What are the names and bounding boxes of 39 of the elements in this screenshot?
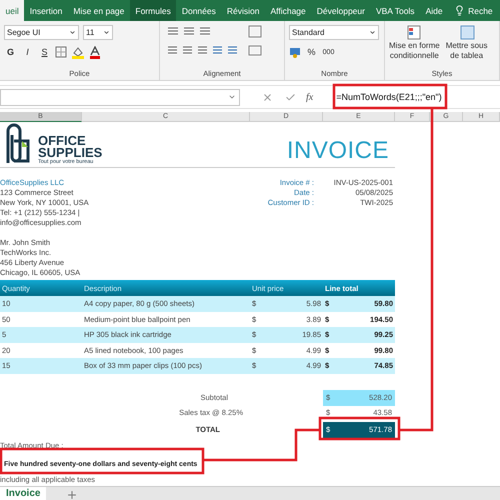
ribbon-tab[interactable]: Affichage [264,0,312,21]
logo-text: OFFICE [38,135,86,147]
table-format-button[interactable]: Mettre sous de tablea [446,25,488,61]
font-color-icon[interactable] [89,46,101,58]
invoice-title: INVOICE [286,137,390,165]
format-button[interactable]: S [38,45,51,59]
table-icon [458,25,475,41]
ribbon-tab[interactable]: Développeur [311,0,370,21]
format-button[interactable]: I [21,45,34,59]
fill-color-icon[interactable] [71,46,85,58]
lightbulb-icon [454,5,466,16]
ribbon-tab[interactable]: Formules [130,0,176,21]
formula-text: =NumToWords(E21;;;"en") [336,92,442,102]
ribbon-tab[interactable]: Mise en page [68,0,130,21]
ribbon-tab[interactable]: Données [176,0,222,21]
font-size-dropdown[interactable]: 11 [83,25,113,40]
format-button[interactable]: G [4,45,17,59]
caret-icon [69,29,76,36]
logo-text: SUPPLIES [38,147,102,159]
conditional-format-button[interactable]: Mise en forme conditionnelle [389,25,440,61]
percent-button[interactable]: % [305,45,318,59]
ribbon-tab[interactable]: ueil [0,0,24,21]
enter-icon[interactable] [285,92,296,102]
borders-icon[interactable] [55,46,67,58]
search-hint: Reche [468,6,493,16]
ribbon-tab[interactable]: VBA Tools [370,0,420,21]
caret-icon [369,29,376,36]
ribbon-tab[interactable]: Insertion [24,0,68,21]
sheet-tab[interactable]: Invoice [0,486,46,500]
conditional-format-icon [406,25,422,41]
ribbon-tab[interactable]: Aide [420,0,448,21]
number-format-dropdown[interactable]: Standard [289,25,379,40]
currency-icon[interactable] [289,46,301,58]
function-button[interactable]: fx [306,92,314,102]
cancel-icon[interactable] [262,92,273,102]
caret-icon [103,29,110,36]
ribbon-tab[interactable]: Révision [221,0,265,21]
font-dropdown[interactable]: Segoe UI [4,25,79,40]
add-sheet-icon[interactable] [66,488,78,500]
